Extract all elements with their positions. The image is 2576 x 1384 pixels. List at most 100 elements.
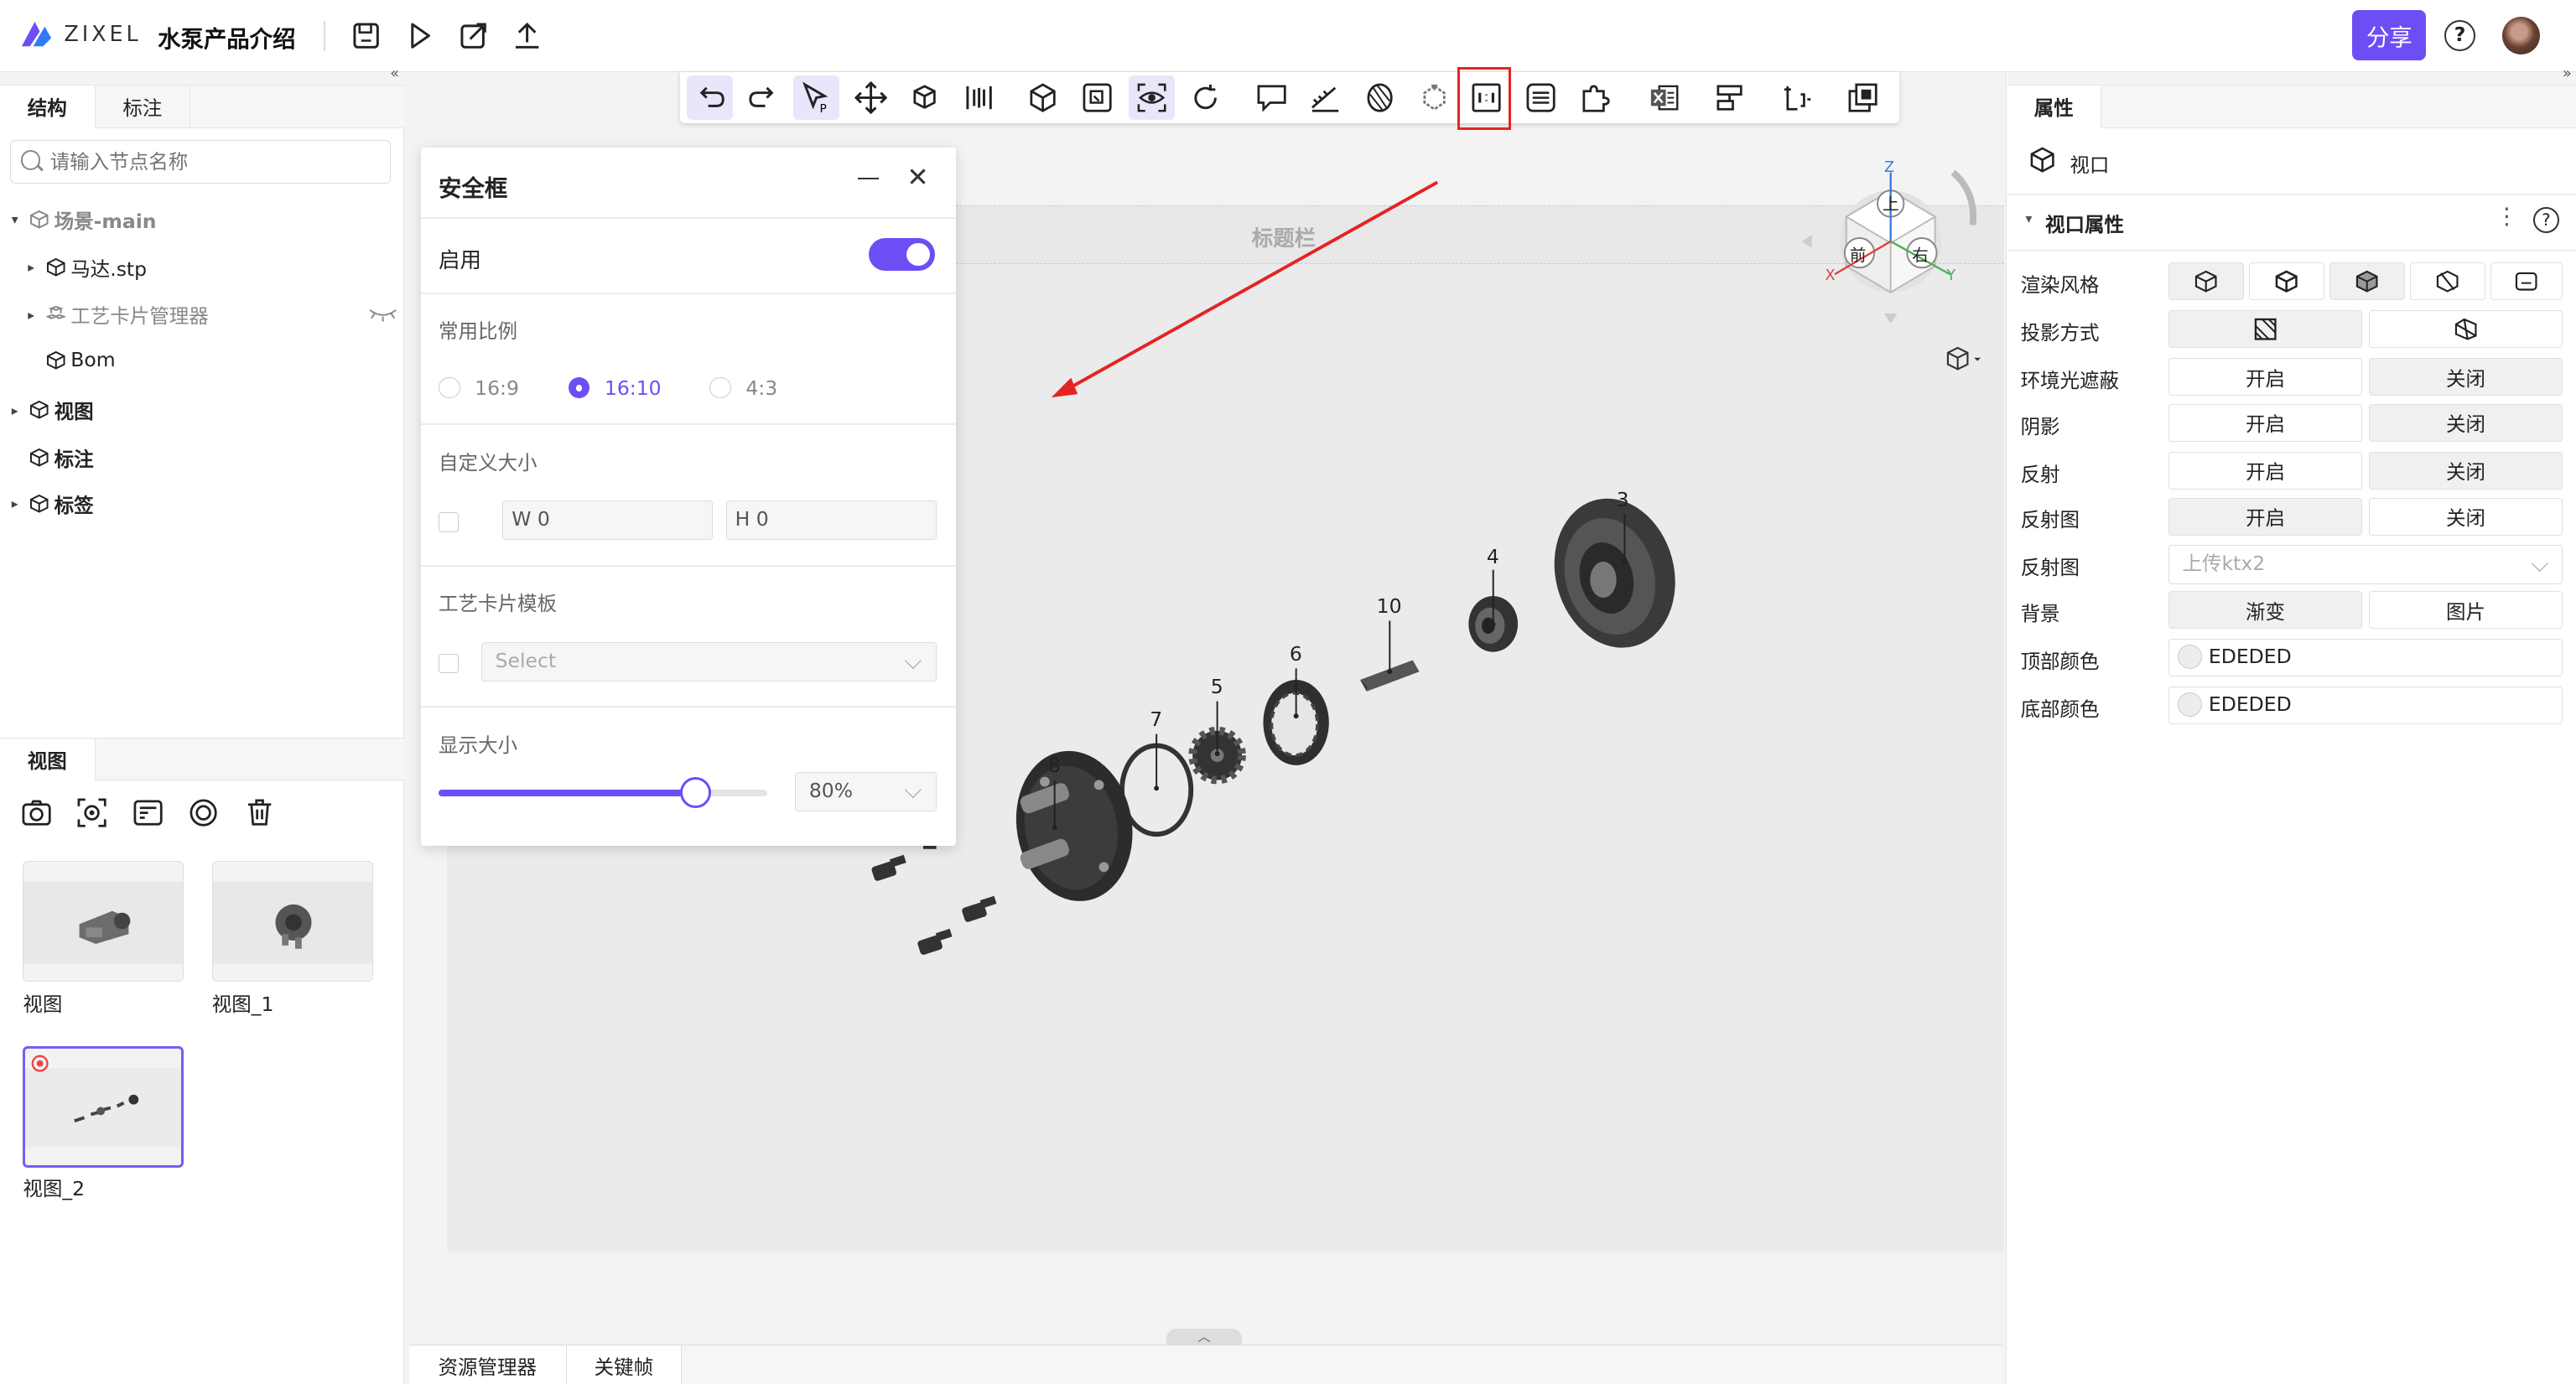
help-icon[interactable]: ?: [2444, 19, 2476, 51]
play-icon[interactable]: [401, 18, 437, 54]
collapse-icon[interactable]: «: [390, 65, 399, 82]
target-icon[interactable]: [187, 796, 220, 829]
section-caret-icon[interactable]: ▾: [2025, 210, 2032, 226]
nav-face-right[interactable]: 右: [1912, 241, 1929, 266]
view-thumbnail[interactable]: [211, 860, 373, 982]
reflection-map-off-button[interactable]: 关闭: [2368, 497, 2563, 536]
tree-item-views[interactable]: ▸ 视图: [12, 396, 94, 424]
fit-view-icon[interactable]: [1074, 75, 1120, 120]
align-icon[interactable]: [1706, 75, 1753, 120]
slider-handle[interactable]: [680, 776, 712, 808]
edit-export-icon[interactable]: [455, 18, 491, 54]
tab-properties[interactable]: 属性: [2007, 85, 2101, 128]
tab-views[interactable]: 视图: [0, 738, 96, 781]
caret-icon[interactable]: ▸: [28, 259, 41, 275]
tree-item-model[interactable]: ▸ 马达.stp: [28, 253, 147, 282]
view-thumbnail-selected[interactable]: [23, 1045, 184, 1168]
left-collapse-bar[interactable]: «: [0, 65, 404, 86]
tree-item-scene[interactable]: ▾ 场景-main: [12, 205, 157, 234]
reflection-off-button[interactable]: 关闭: [2368, 451, 2563, 490]
dimension-icon[interactable]: [1774, 75, 1820, 120]
upload-icon[interactable]: [509, 18, 545, 54]
card-icon[interactable]: [132, 796, 164, 829]
tree-item-annotations[interactable]: 标注: [12, 443, 94, 472]
caret-icon[interactable]: ▸: [12, 495, 25, 511]
reflection-map-on-button[interactable]: 开启: [2168, 497, 2363, 536]
reflection-map-select[interactable]: 上传ktx2: [2168, 545, 2563, 585]
background-image-button[interactable]: 图片: [2368, 591, 2563, 630]
layers-icon[interactable]: [1840, 75, 1886, 120]
avatar[interactable]: [2501, 16, 2540, 54]
redo-icon[interactable]: [740, 75, 787, 120]
annotation-icon[interactable]: [1249, 75, 1295, 120]
material-icon[interactable]: [1411, 75, 1457, 120]
excel-icon[interactable]: [1641, 75, 1687, 120]
more-icon[interactable]: ⋮: [2496, 204, 2518, 230]
width-input[interactable]: W 0: [502, 500, 714, 541]
view-thumbnail[interactable]: [23, 860, 184, 982]
tree-item-tags[interactable]: ▸ 标签: [12, 490, 94, 518]
right-collapse-bar[interactable]: »: [2007, 65, 2576, 86]
ratio-radio-4-3[interactable]: 4:3: [709, 376, 777, 400]
display-size-select[interactable]: 80%: [795, 771, 937, 811]
projection-perspective-button[interactable]: [2368, 310, 2563, 349]
tab-keyframes[interactable]: 关键帧: [566, 1345, 682, 1384]
custom-size-checkbox[interactable]: [439, 512, 459, 532]
tab-resource-manager[interactable]: 资源管理器: [408, 1345, 567, 1384]
list-icon[interactable]: [1518, 75, 1564, 120]
cube-icon[interactable]: [1021, 75, 1067, 120]
undo-icon[interactable]: [686, 75, 733, 120]
focus-camera-icon[interactable]: [75, 796, 108, 829]
background-gradient-button[interactable]: 渐变: [2168, 591, 2363, 630]
height-input[interactable]: H 0: [725, 500, 937, 541]
view-mode-dropdown-icon[interactable]: [1945, 346, 1984, 372]
template-checkbox[interactable]: [439, 653, 459, 674]
puzzle-icon[interactable]: [1572, 75, 1618, 120]
tab-structure[interactable]: 结构: [0, 85, 96, 128]
save-icon[interactable]: [348, 18, 384, 54]
bottom-color-field[interactable]: EDEDED: [2168, 686, 2563, 724]
render-style-solid-button[interactable]: [2248, 262, 2324, 301]
ratio-radio-16-9[interactable]: 16:9: [439, 376, 519, 400]
projection-orthographic-button[interactable]: [2168, 310, 2363, 349]
ao-on-button[interactable]: 开启: [2168, 358, 2363, 397]
help-icon[interactable]: ?: [2532, 206, 2560, 234]
render-style-wireframe-button[interactable]: [2490, 262, 2563, 301]
render-style-edges-button[interactable]: [2329, 262, 2405, 301]
section-icon[interactable]: [1357, 75, 1403, 120]
tree-item-bom[interactable]: Bom: [28, 348, 116, 371]
node-search[interactable]: [9, 139, 392, 184]
tab-annotation[interactable]: 标注: [96, 85, 191, 128]
nav-face-front[interactable]: 前: [1850, 241, 1867, 266]
template-select[interactable]: Select: [480, 641, 937, 682]
search-input[interactable]: [49, 147, 379, 177]
measure-icon[interactable]: [956, 75, 1002, 120]
ao-off-button[interactable]: 关闭: [2368, 358, 2563, 397]
ruler-icon[interactable]: [1302, 75, 1348, 120]
nav-face-top[interactable]: 上: [1883, 190, 1899, 215]
select-icon[interactable]: P: [793, 75, 840, 120]
rotate-icon[interactable]: [1182, 75, 1228, 120]
caret-icon[interactable]: ▸: [12, 402, 25, 418]
explode-icon[interactable]: [901, 75, 948, 120]
reflection-on-button[interactable]: 开启: [2168, 451, 2363, 490]
tree-item-card-manager[interactable]: ▸ 工艺卡片管理器: [28, 300, 208, 329]
enable-toggle[interactable]: [869, 238, 935, 272]
render-style-shaded-button[interactable]: [2168, 262, 2244, 301]
caret-icon[interactable]: ▸: [28, 307, 41, 323]
move-icon[interactable]: [848, 75, 894, 120]
delete-icon[interactable]: [243, 796, 276, 829]
view-icon[interactable]: [1128, 75, 1175, 120]
camera-icon[interactable]: [20, 796, 53, 829]
hidden-eye-icon[interactable]: [368, 305, 397, 322]
caret-icon[interactable]: ▾: [12, 211, 25, 227]
display-size-slider[interactable]: [439, 776, 767, 808]
minimize-icon[interactable]: [857, 177, 880, 180]
navigation-cube[interactable]: 前 右 上 X Y Z: [1799, 159, 1982, 340]
ratio-radio-16-10[interactable]: 16:10: [568, 376, 662, 400]
share-button[interactable]: 分享: [2352, 9, 2427, 61]
bottom-panel-toggle[interactable]: ︿: [1166, 1328, 1242, 1345]
color-swatch[interactable]: [2177, 644, 2203, 670]
color-swatch[interactable]: [2177, 692, 2203, 718]
top-color-field[interactable]: EDEDED: [2168, 639, 2563, 677]
